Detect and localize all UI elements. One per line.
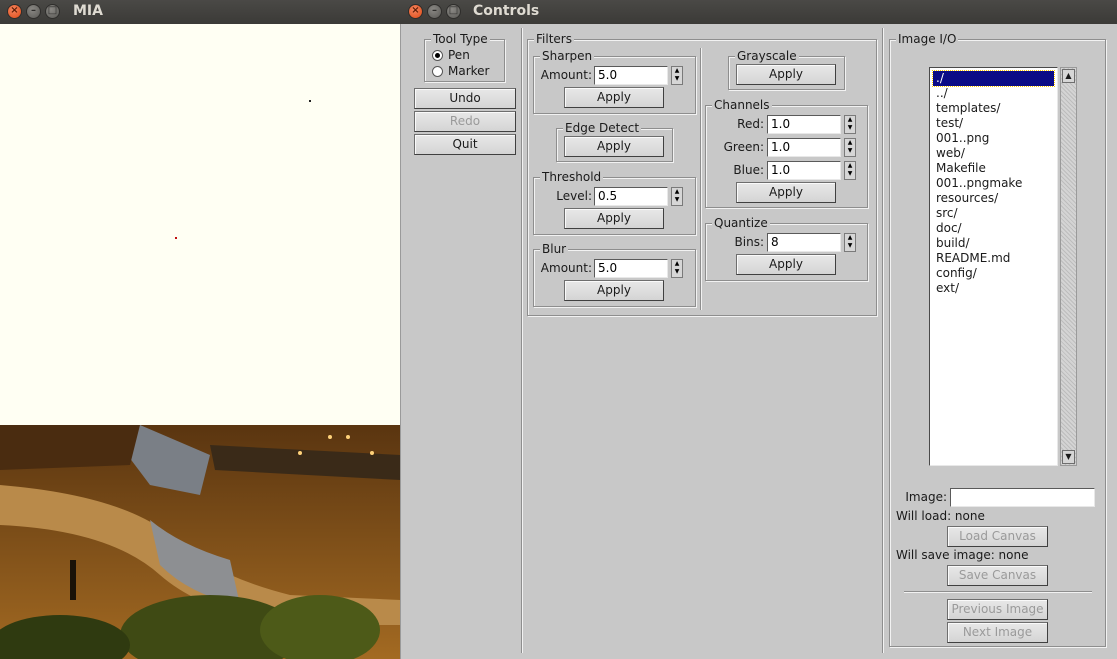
grayscale-legend: Grayscale	[735, 48, 799, 64]
blur-amount-label: Amount:	[540, 261, 592, 275]
file-list-item[interactable]: test/	[933, 116, 1054, 131]
threshold-legend: Threshold	[540, 169, 604, 185]
quantize-bins-spinner[interactable]: ▲ ▼	[844, 233, 856, 252]
file-list-item[interactable]: 001..png	[933, 131, 1054, 146]
file-list-item[interactable]: build/	[933, 236, 1054, 251]
previous-image-button[interactable]: Previous Image	[947, 599, 1048, 620]
photo-illustration	[0, 425, 400, 659]
blur-amount-input[interactable]: 5.0	[594, 259, 668, 278]
channels-legend: Channels	[712, 97, 772, 113]
sharpen-legend: Sharpen	[540, 48, 595, 64]
scroll-down-icon[interactable]: ▼	[1062, 450, 1075, 464]
edge-detect-apply-button[interactable]: Apply	[564, 136, 664, 157]
tool-marker-label[interactable]: Marker	[448, 63, 489, 79]
channels-red-spinner[interactable]: ▲ ▼	[844, 115, 856, 134]
tool-marker-radio[interactable]	[432, 66, 443, 77]
channels-apply-button[interactable]: Apply	[736, 182, 836, 203]
quit-button[interactable]: Quit	[414, 134, 516, 155]
blur-apply-button[interactable]: Apply	[564, 280, 664, 301]
file-list-item[interactable]: web/	[933, 146, 1054, 161]
channels-green-spinner[interactable]: ▲ ▼	[844, 138, 856, 157]
filters-legend: Filters	[534, 31, 574, 47]
save-canvas-button[interactable]: Save Canvas	[947, 565, 1048, 586]
controls-minimize-icon[interactable]: –	[427, 4, 442, 19]
will-load-status: Will load: none	[896, 509, 985, 523]
threshold-level-label: Level:	[556, 189, 592, 203]
right-column-separator	[882, 28, 884, 653]
file-list-item[interactable]: doc/	[933, 221, 1054, 236]
pen-stroke-dot	[175, 237, 177, 239]
edge-detect-legend: Edge Detect	[563, 120, 642, 136]
channels-blue-input[interactable]: 1.0	[767, 161, 841, 180]
image-io-legend: Image I/O	[896, 31, 959, 47]
scroll-up-icon[interactable]: ▲	[1062, 69, 1075, 83]
quantize-legend: Quantize	[712, 215, 770, 231]
load-canvas-button[interactable]: Load Canvas	[947, 526, 1048, 547]
image-filename-label: Image:	[905, 490, 947, 504]
filters-column-separator	[700, 48, 702, 310]
file-list-item[interactable]: ./	[932, 70, 1055, 87]
image-filename-input[interactable]	[950, 488, 1095, 507]
sharpen-amount-label: Amount:	[540, 68, 592, 82]
file-browser-list[interactable]: ./../templates/test/001..png web/Makefile…	[929, 67, 1058, 466]
mia-titlebar[interactable]: × – □ MIA	[0, 0, 400, 24]
sharpen-amount-spinner[interactable]: ▲ ▼	[671, 66, 683, 85]
tool-type-legend: Tool Type	[431, 31, 490, 47]
sharpen-amount-input[interactable]: 5.0	[594, 66, 668, 85]
channels-green-label: Green:	[723, 140, 764, 154]
file-list-item[interactable]: ../	[933, 86, 1054, 101]
controls-titlebar[interactable]: × – □ Controls	[400, 0, 1117, 24]
mia-close-icon[interactable]: ×	[7, 4, 22, 19]
threshold-level-input[interactable]: 0.5	[594, 187, 668, 206]
controls-close-icon[interactable]: ×	[408, 4, 423, 19]
next-image-button[interactable]: Next Image	[947, 622, 1048, 643]
channels-blue-label: Blue:	[733, 163, 764, 177]
file-list-item[interactable]: templates/	[933, 101, 1054, 116]
quantize-bins-input[interactable]: 8	[767, 233, 841, 252]
quantize-apply-button[interactable]: Apply	[736, 254, 836, 275]
mia-minimize-icon[interactable]: –	[26, 4, 41, 19]
quantize-bins-label: Bins:	[734, 235, 764, 249]
file-list-item[interactable]: resources/	[933, 191, 1054, 206]
file-list-item[interactable]: Makefile	[933, 161, 1054, 176]
file-list-item[interactable]: ext/	[933, 281, 1054, 296]
left-column-separator	[521, 28, 523, 653]
threshold-level-spinner[interactable]: ▲ ▼	[671, 187, 683, 206]
controls-maximize-icon[interactable]: □	[446, 4, 461, 19]
mia-maximize-icon[interactable]: □	[45, 4, 60, 19]
channels-red-input[interactable]: 1.0	[767, 115, 841, 134]
blur-amount-spinner[interactable]: ▲ ▼	[671, 259, 683, 278]
channels-red-label: Red:	[737, 117, 764, 131]
pen-stroke-dot	[309, 100, 311, 102]
channels-green-input[interactable]: 1.0	[767, 138, 841, 157]
undo-button[interactable]: Undo	[414, 88, 516, 109]
blur-legend: Blur	[540, 241, 569, 257]
redo-button[interactable]: Redo	[414, 111, 516, 132]
tool-pen-radio[interactable]	[432, 50, 443, 61]
file-list-scrollbar[interactable]: ▲ ▼	[1060, 67, 1077, 466]
threshold-apply-button[interactable]: Apply	[564, 208, 664, 229]
controls-window-title: Controls	[473, 3, 540, 19]
tool-pen-label[interactable]: Pen	[448, 47, 470, 63]
drawing-canvas[interactable]	[0, 24, 400, 425]
file-list-item[interactable]: 001..pngmake	[933, 176, 1054, 191]
will-save-status: Will save image: none	[896, 548, 1029, 562]
sharpen-apply-button[interactable]: Apply	[564, 87, 664, 108]
loaded-photo	[0, 425, 400, 659]
image-io-separator	[904, 591, 1092, 593]
file-list-item[interactable]: README.md	[933, 251, 1054, 266]
file-list-item[interactable]: src/	[933, 206, 1054, 221]
mia-window-title: MIA	[73, 3, 103, 19]
grayscale-apply-button[interactable]: Apply	[736, 64, 836, 85]
file-list-item[interactable]: config/	[933, 266, 1054, 281]
channels-blue-spinner[interactable]: ▲ ▼	[844, 161, 856, 180]
